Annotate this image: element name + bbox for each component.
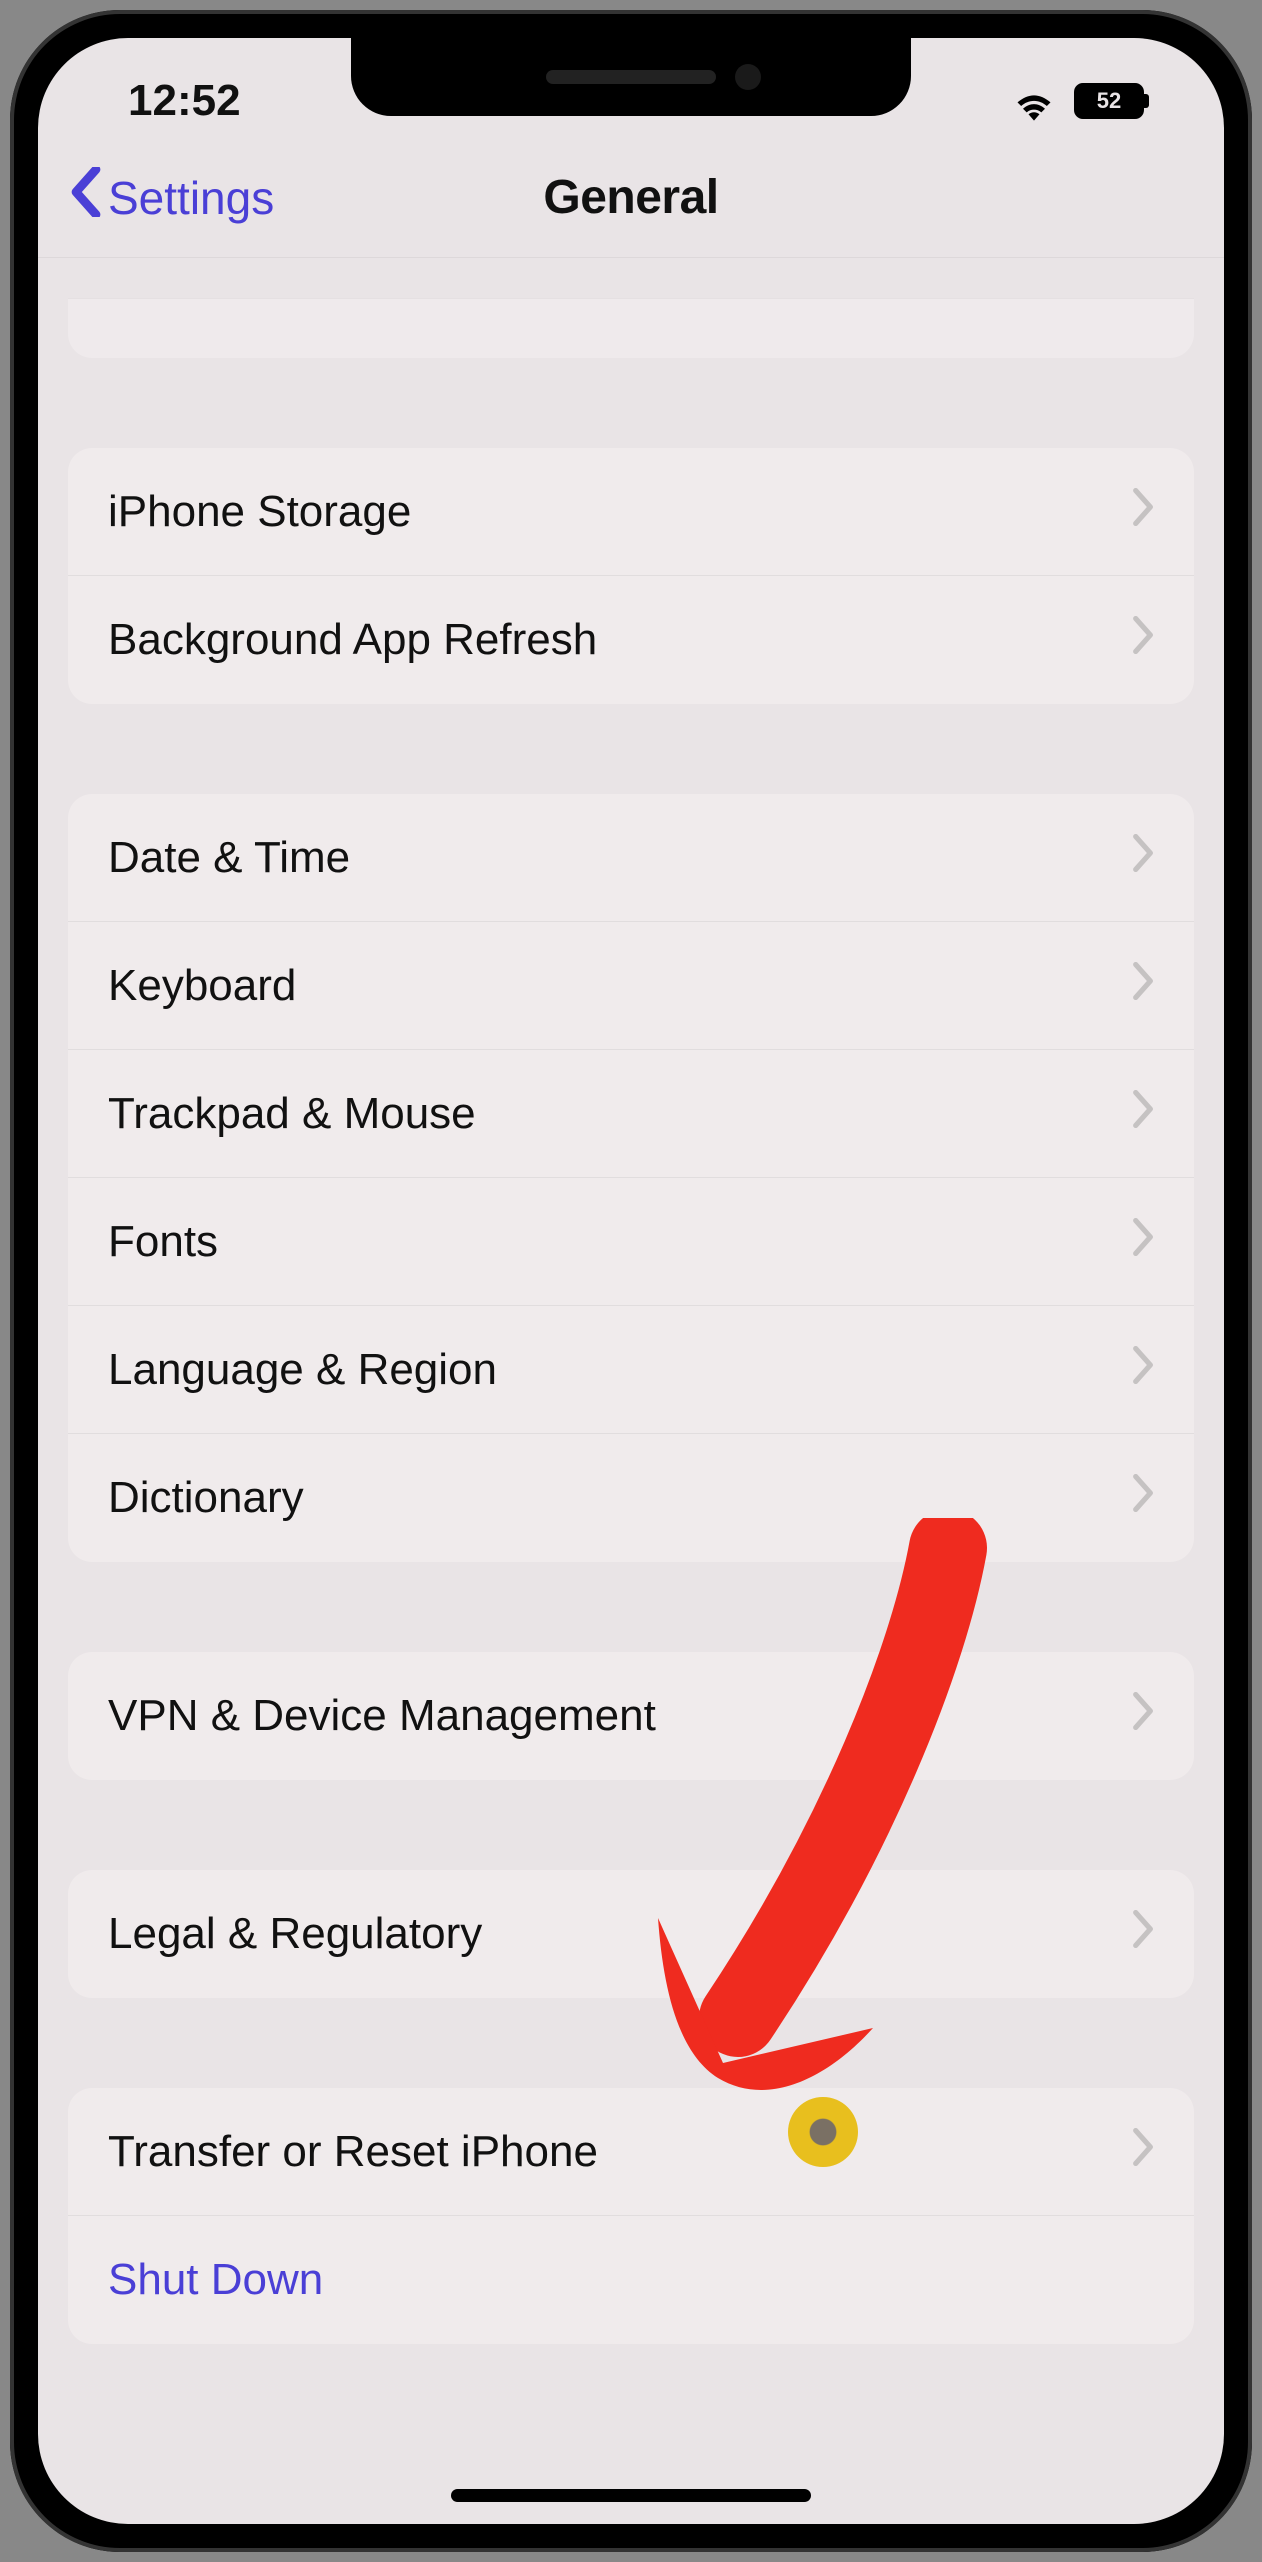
notch (351, 38, 911, 116)
chevron-right-icon (1132, 1473, 1154, 1523)
notch-camera (735, 64, 761, 90)
chevron-right-icon (1132, 2127, 1154, 2177)
row-keyboard[interactable]: Keyboard (68, 922, 1194, 1050)
settings-group: Date & Time Keyboard Trackpad & Mouse Fonts… (68, 794, 1194, 1562)
chevron-right-icon (1132, 487, 1154, 537)
row-shut-down[interactable]: Shut Down (68, 2216, 1194, 2344)
battery-level: 52 (1097, 88, 1121, 114)
home-indicator[interactable] (451, 2489, 811, 2502)
row-trackpad-mouse[interactable]: Trackpad & Mouse (68, 1050, 1194, 1178)
row-iphone-storage[interactable]: iPhone Storage (68, 448, 1194, 576)
row-date-time[interactable]: Date & Time (68, 794, 1194, 922)
row-label: Date & Time (108, 833, 350, 883)
row-label: Transfer or Reset iPhone (108, 2127, 598, 2177)
row-label: Language & Region (108, 1345, 497, 1395)
phone-frame: 12:52 52 Settings General iPhone Stor (10, 10, 1252, 2552)
row-label: VPN & Device Management (108, 1691, 656, 1741)
wifi-icon (1012, 84, 1056, 118)
back-button[interactable]: Settings (68, 167, 274, 228)
row-label: Dictionary (108, 1473, 304, 1523)
row-background-app-refresh[interactable]: Background App Refresh (68, 576, 1194, 704)
status-time: 12:52 (98, 76, 241, 126)
chevron-left-icon (68, 167, 104, 228)
content-scroll[interactable]: iPhone Storage Background App Refresh Date… (38, 258, 1224, 2344)
screen: 12:52 52 Settings General iPhone Stor (38, 38, 1224, 2524)
row-language-region[interactable]: Language & Region (68, 1306, 1194, 1434)
chevron-right-icon (1132, 833, 1154, 883)
row-dictionary[interactable]: Dictionary (68, 1434, 1194, 1562)
chevron-right-icon (1132, 1691, 1154, 1741)
chevron-right-icon (1132, 961, 1154, 1011)
row-label: Background App Refresh (108, 615, 597, 665)
row-label: Legal & Regulatory (108, 1909, 482, 1959)
status-icons: 52 (1012, 83, 1164, 119)
settings-group: Legal & Regulatory (68, 1870, 1194, 1998)
row-label: Shut Down (108, 2255, 1154, 2305)
battery-icon: 52 (1074, 83, 1144, 119)
chevron-right-icon (1132, 1089, 1154, 1139)
nav-header: Settings General (38, 138, 1224, 258)
row-vpn-device-management[interactable]: VPN & Device Management (68, 1652, 1194, 1780)
settings-group: iPhone Storage Background App Refresh (68, 448, 1194, 704)
row-label: Trackpad & Mouse (108, 1089, 476, 1139)
notch-speaker (546, 70, 716, 84)
row-transfer-reset[interactable]: Transfer or Reset iPhone (68, 2088, 1194, 2216)
chevron-right-icon (1132, 1217, 1154, 1267)
row-legal-regulatory[interactable]: Legal & Regulatory (68, 1870, 1194, 1998)
settings-group: Transfer or Reset iPhone Shut Down (68, 2088, 1194, 2344)
chevron-right-icon (1132, 1345, 1154, 1395)
row-label: iPhone Storage (108, 487, 411, 537)
page-title: General (543, 170, 718, 225)
row-label: Keyboard (108, 961, 296, 1011)
chevron-right-icon (1132, 615, 1154, 665)
back-label: Settings (108, 171, 274, 225)
settings-group: VPN & Device Management (68, 1652, 1194, 1780)
row-fonts[interactable]: Fonts (68, 1178, 1194, 1306)
row-label: Fonts (108, 1217, 218, 1267)
partial-row-above (68, 298, 1194, 358)
chevron-right-icon (1132, 1909, 1154, 1959)
